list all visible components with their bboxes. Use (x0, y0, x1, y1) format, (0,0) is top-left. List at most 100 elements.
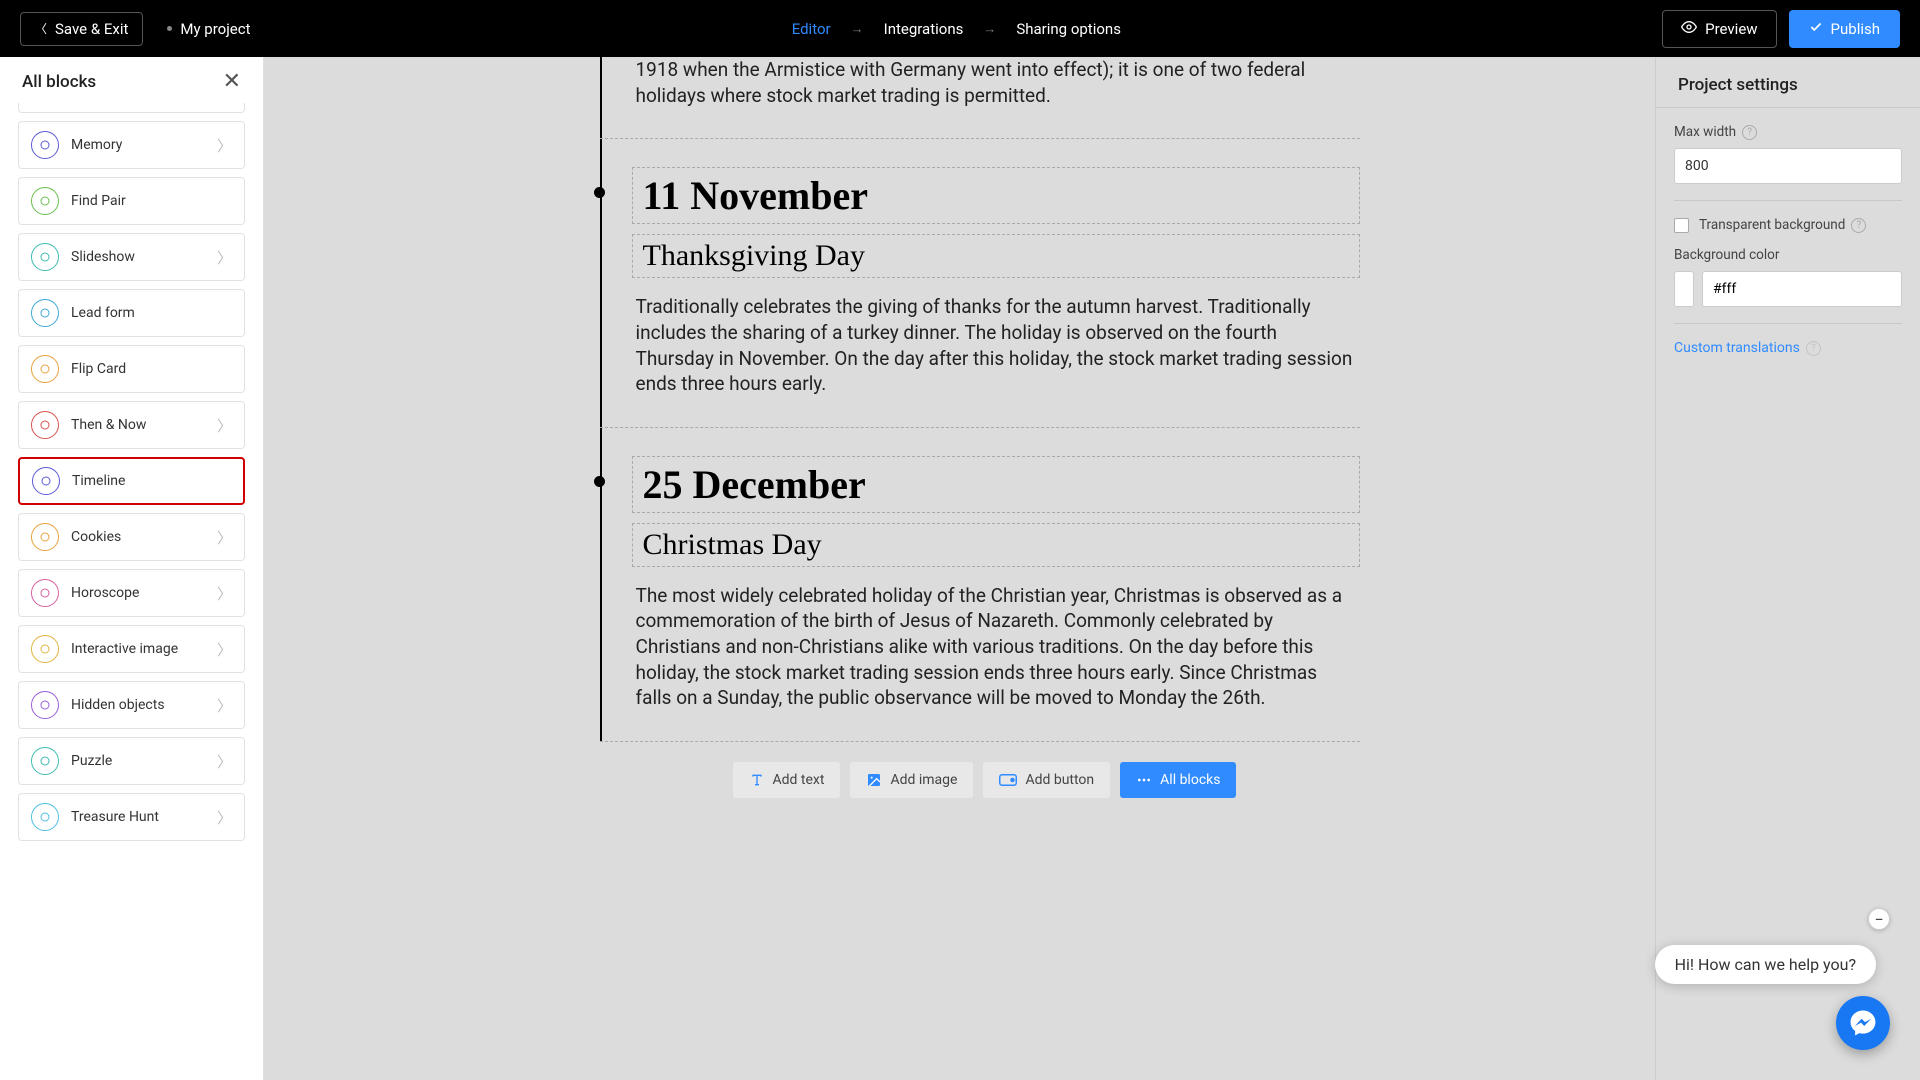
block-item-treasure-hunt[interactable]: Treasure Hunt〉 (18, 793, 245, 841)
max-width-input[interactable] (1674, 148, 1902, 184)
editor-canvas: 1918 when the Armistice with Germany wen… (264, 57, 1655, 1080)
entry-title[interactable]: Christmas Day (632, 523, 1360, 567)
transparent-bg-row[interactable]: Transparent background ? (1674, 217, 1902, 233)
then-now-icon (31, 411, 59, 439)
timeline-icon (32, 467, 60, 495)
save-exit-label: Save & Exit (55, 20, 128, 38)
checkbox-icon[interactable] (1674, 218, 1689, 233)
add-image-button[interactable]: Add image (850, 762, 973, 798)
button-icon (999, 773, 1017, 787)
project-name[interactable]: My project (167, 20, 250, 38)
block-item-personality[interactable]: Personality〉 (18, 103, 245, 113)
block-item-label: Treasure Hunt (71, 809, 217, 825)
entry-description[interactable]: The most widely celebrated holiday of th… (632, 581, 1360, 713)
block-item-slideshow[interactable]: Slideshow〉 (18, 233, 245, 281)
action-bar: Add text Add image Add button All blocks (560, 762, 1360, 798)
help-icon[interactable]: ? (1806, 341, 1821, 356)
timeline-entry: 1918 when the Armistice with Germany wen… (600, 57, 1360, 138)
canvas-content: 1918 when the Armistice with Germany wen… (560, 57, 1360, 878)
add-text-label: Add text (773, 772, 825, 788)
chevron-right-icon: 〉 (217, 583, 232, 604)
timeline-block[interactable]: 1918 when the Armistice with Germany wen… (560, 57, 1360, 742)
chevron-right-icon: 〉 (217, 135, 232, 156)
chat-minimize-button[interactable]: − (1868, 908, 1890, 930)
left-panel: All blocks ✕ Personality〉 Memory〉 Find Pai… (0, 57, 264, 1080)
left-panel-header: All blocks ✕ (0, 57, 263, 103)
right-panel-title: Project settings (1656, 57, 1920, 108)
block-item-find-pair[interactable]: Find Pair (18, 177, 245, 225)
block-item-label: Timeline (72, 473, 231, 489)
entry-description[interactable]: Traditionally celebrates the giving of t… (632, 292, 1360, 399)
block-item-timeline[interactable]: Timeline (18, 457, 245, 505)
timeline-entry: 25 December Christmas Day The most widel… (600, 427, 1360, 742)
custom-translations-link[interactable]: Custom translations ? (1674, 340, 1902, 356)
check-icon (1809, 20, 1823, 38)
entry-date-heading[interactable]: 25 December (632, 456, 1360, 513)
block-item-interactive-image[interactable]: Interactive image〉 (18, 625, 245, 673)
chevron-right-icon: 〉 (217, 415, 232, 436)
entry-date-heading[interactable]: 11 November (632, 167, 1360, 224)
add-button-button[interactable]: Add button (983, 762, 1110, 798)
bg-color-input[interactable] (1702, 271, 1902, 307)
treasure-hunt-icon (31, 803, 59, 831)
color-swatch[interactable] (1674, 271, 1694, 307)
horoscope-icon (31, 579, 59, 607)
left-panel-title: All blocks (22, 72, 96, 92)
block-item-puzzle[interactable]: Puzzle〉 (18, 737, 245, 785)
save-exit-button[interactable]: 〈 Save & Exit (20, 12, 143, 46)
block-item-label: Lead form (71, 305, 232, 321)
block-item-memory[interactable]: Memory〉 (18, 121, 245, 169)
close-icon[interactable]: ✕ (223, 71, 241, 93)
timeline-bullet-icon (594, 476, 605, 487)
bg-color-label: Background color (1674, 247, 1902, 263)
cookies-icon (31, 523, 59, 551)
block-item-label: Hidden objects (71, 697, 217, 713)
block-item-label: Slideshow (71, 249, 217, 265)
block-list[interactable]: Personality〉Memory〉Find PairSlideshow〉Le… (0, 103, 263, 1080)
chat-greeting[interactable]: Hi! How can we help you? (1655, 945, 1876, 984)
block-item-horoscope[interactable]: Horoscope〉 (18, 569, 245, 617)
max-width-label: Max width ? (1674, 124, 1902, 140)
block-item-lead-form[interactable]: Lead form (18, 289, 245, 337)
chat-launcher-button[interactable] (1836, 996, 1890, 1050)
arrow-right-icon: → (851, 21, 864, 37)
block-item-label: Puzzle (71, 753, 217, 769)
block-item-label: Then & Now (71, 417, 217, 433)
add-text-button[interactable]: Add text (733, 762, 841, 798)
memory-icon (31, 131, 59, 159)
puzzle-icon (31, 747, 59, 775)
chevron-right-icon: 〉 (217, 639, 232, 660)
interactive-image-icon (31, 635, 59, 663)
timeline-bullet-icon (594, 187, 605, 198)
help-icon[interactable]: ? (1851, 218, 1866, 233)
block-item-flip-card[interactable]: Flip Card (18, 345, 245, 393)
preview-label: Preview (1705, 20, 1757, 38)
dots-icon (1136, 772, 1152, 788)
block-item-label: Cookies (71, 529, 217, 545)
entry-description[interactable]: 1918 when the Armistice with Germany wen… (632, 57, 1360, 110)
block-item-label: Flip Card (71, 361, 232, 377)
chevron-right-icon: 〉 (217, 695, 232, 716)
text-icon (749, 772, 765, 788)
arrow-right-icon: → (983, 21, 996, 37)
unsaved-dot-icon (167, 26, 172, 31)
block-item-label: Horoscope (71, 585, 217, 601)
slideshow-icon (31, 243, 59, 271)
timeline-entry: 11 November Thanksgiving Day Traditional… (600, 138, 1360, 427)
publish-button[interactable]: Publish (1789, 10, 1900, 48)
preview-button[interactable]: Preview (1662, 10, 1776, 48)
block-item-then-now[interactable]: Then & Now〉 (18, 401, 245, 449)
block-item-hidden-objects[interactable]: Hidden objects〉 (18, 681, 245, 729)
all-blocks-button[interactable]: All blocks (1120, 762, 1236, 798)
nav-integrations[interactable]: Integrations (884, 20, 964, 38)
find-pair-icon (31, 187, 59, 215)
topbar: 〈 Save & Exit My project Editor → Integr… (0, 0, 1920, 57)
chevron-right-icon: 〉 (217, 807, 232, 828)
nav-sharing[interactable]: Sharing options (1016, 20, 1121, 38)
nav-editor[interactable]: Editor (792, 20, 831, 38)
block-item-cookies[interactable]: Cookies〉 (18, 513, 245, 561)
entry-title[interactable]: Thanksgiving Day (632, 234, 1360, 278)
help-icon[interactable]: ? (1742, 125, 1757, 140)
project-name-label: My project (180, 20, 250, 38)
chevron-left-icon: 〈 (35, 20, 47, 37)
